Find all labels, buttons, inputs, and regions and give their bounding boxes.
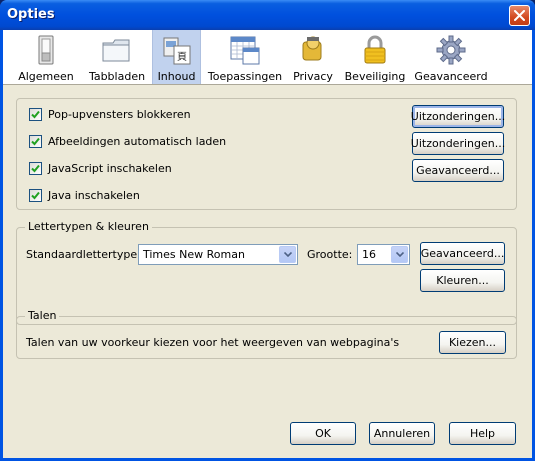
tab-label: Toepassingen [207,70,283,83]
load-images-row[interactable]: Afbeeldingen automatisch laden [29,135,226,148]
font-size-select[interactable]: 16 [357,244,410,265]
dropdown-arrow-button[interactable] [391,246,408,263]
content-icon: 頁 [163,37,190,65]
fonts-colors-legend: Lettertypen & kleuren [25,220,152,233]
calendar-icon [230,36,260,65]
javascript-advanced-button[interactable]: Geavanceerd... [412,159,504,182]
tab-label: Geavanceerd [414,70,488,83]
tab-label: Beveiliging [344,70,406,83]
switch-icon [38,35,54,65]
checkmark-icon [31,191,40,200]
cancel-button[interactable]: Annuleren [369,422,435,445]
lock-icon [364,35,386,64]
ok-button[interactable]: OK [290,422,356,445]
colors-button[interactable]: Kleuren... [420,269,505,292]
tab-label: Inhoud [157,70,196,83]
fonts-advanced-button[interactable]: Geavanceerd... [420,242,505,265]
window-title: Opties [7,7,55,22]
languages-legend: Talen [25,309,60,322]
tab-beveiliging[interactable]: Beveiliging [345,30,405,84]
category-toolbar: Algemeen Tabbladen 頁 Inhoud Toepassingen… [3,30,532,85]
options-window: Opties Algemeen Tabbladen 頁 Inhoud Toepa… [0,0,535,461]
choose-languages-button[interactable]: Kiezen... [439,331,506,354]
tab-tabbladen[interactable]: Tabbladen [86,30,148,84]
java-label: Java inschakelen [48,189,140,202]
font-size-label: Grootte: [307,248,353,261]
tab-inhoud[interactable]: 頁 Inhoud [152,30,201,84]
tab-privacy[interactable]: Privacy [291,30,335,84]
fonts-colors-group: Lettertypen & kleuren Standaardlettertyp… [16,220,517,325]
popup-block-checkbox[interactable] [29,108,42,121]
tab-label: Tabbladen [88,70,146,83]
dialog-body: Algemeen Tabbladen 頁 Inhoud Toepassingen… [3,30,532,458]
image-exceptions-button[interactable]: Uitzonderingen... [411,132,505,155]
load-images-label: Afbeeldingen automatisch laden [48,135,227,148]
font-size-value: 16 [362,248,376,261]
chevron-down-icon [283,252,292,257]
javascript-row[interactable]: JavaScript inschakelen [29,162,172,175]
close-icon [514,10,525,21]
java-row[interactable]: Java inschakelen [29,189,140,202]
languages-group: Talen Talen van uw voorkeur kiezen voor … [16,309,517,359]
mask-icon [302,36,322,61]
checkmark-icon [31,137,40,146]
close-button[interactable] [509,5,530,26]
gear-icon [436,35,466,65]
popup-block-row[interactable]: Pop-upvensters blokkeren [29,108,191,121]
tab-label: Algemeen [18,70,74,83]
default-font-value: Times New Roman [143,248,245,261]
javascript-label: JavaScript inschakelen [48,162,172,175]
dropdown-arrow-button[interactable] [279,246,296,263]
load-images-checkbox[interactable] [29,135,42,148]
chevron-down-icon [395,252,404,257]
svg-text:頁: 頁 [177,51,187,63]
checkmark-icon [31,164,40,173]
javascript-checkbox[interactable] [29,162,42,175]
checkmark-icon [31,110,40,119]
help-button[interactable]: Help [449,422,516,445]
java-checkbox[interactable] [29,189,42,202]
languages-description: Talen van uw voorkeur kiezen voor het we… [26,336,400,349]
tab-algemeen[interactable]: Algemeen [17,30,75,84]
popup-block-label: Pop-upvensters blokkeren [48,108,191,121]
tab-label: Privacy [293,70,333,83]
folder-icon [102,39,130,62]
default-font-select[interactable]: Times New Roman [138,244,298,265]
tab-geavanceerd[interactable]: Geavanceerd [414,30,488,84]
popup-exceptions-button[interactable]: Uitzonderingen... [411,105,505,128]
tab-toepassingen[interactable]: Toepassingen [208,30,282,84]
content-group: Pop-upvensters blokkeren Uitzonderingen.… [16,98,517,210]
default-font-label: Standaardlettertype: [26,248,141,261]
title-bar[interactable]: Opties [0,0,535,30]
